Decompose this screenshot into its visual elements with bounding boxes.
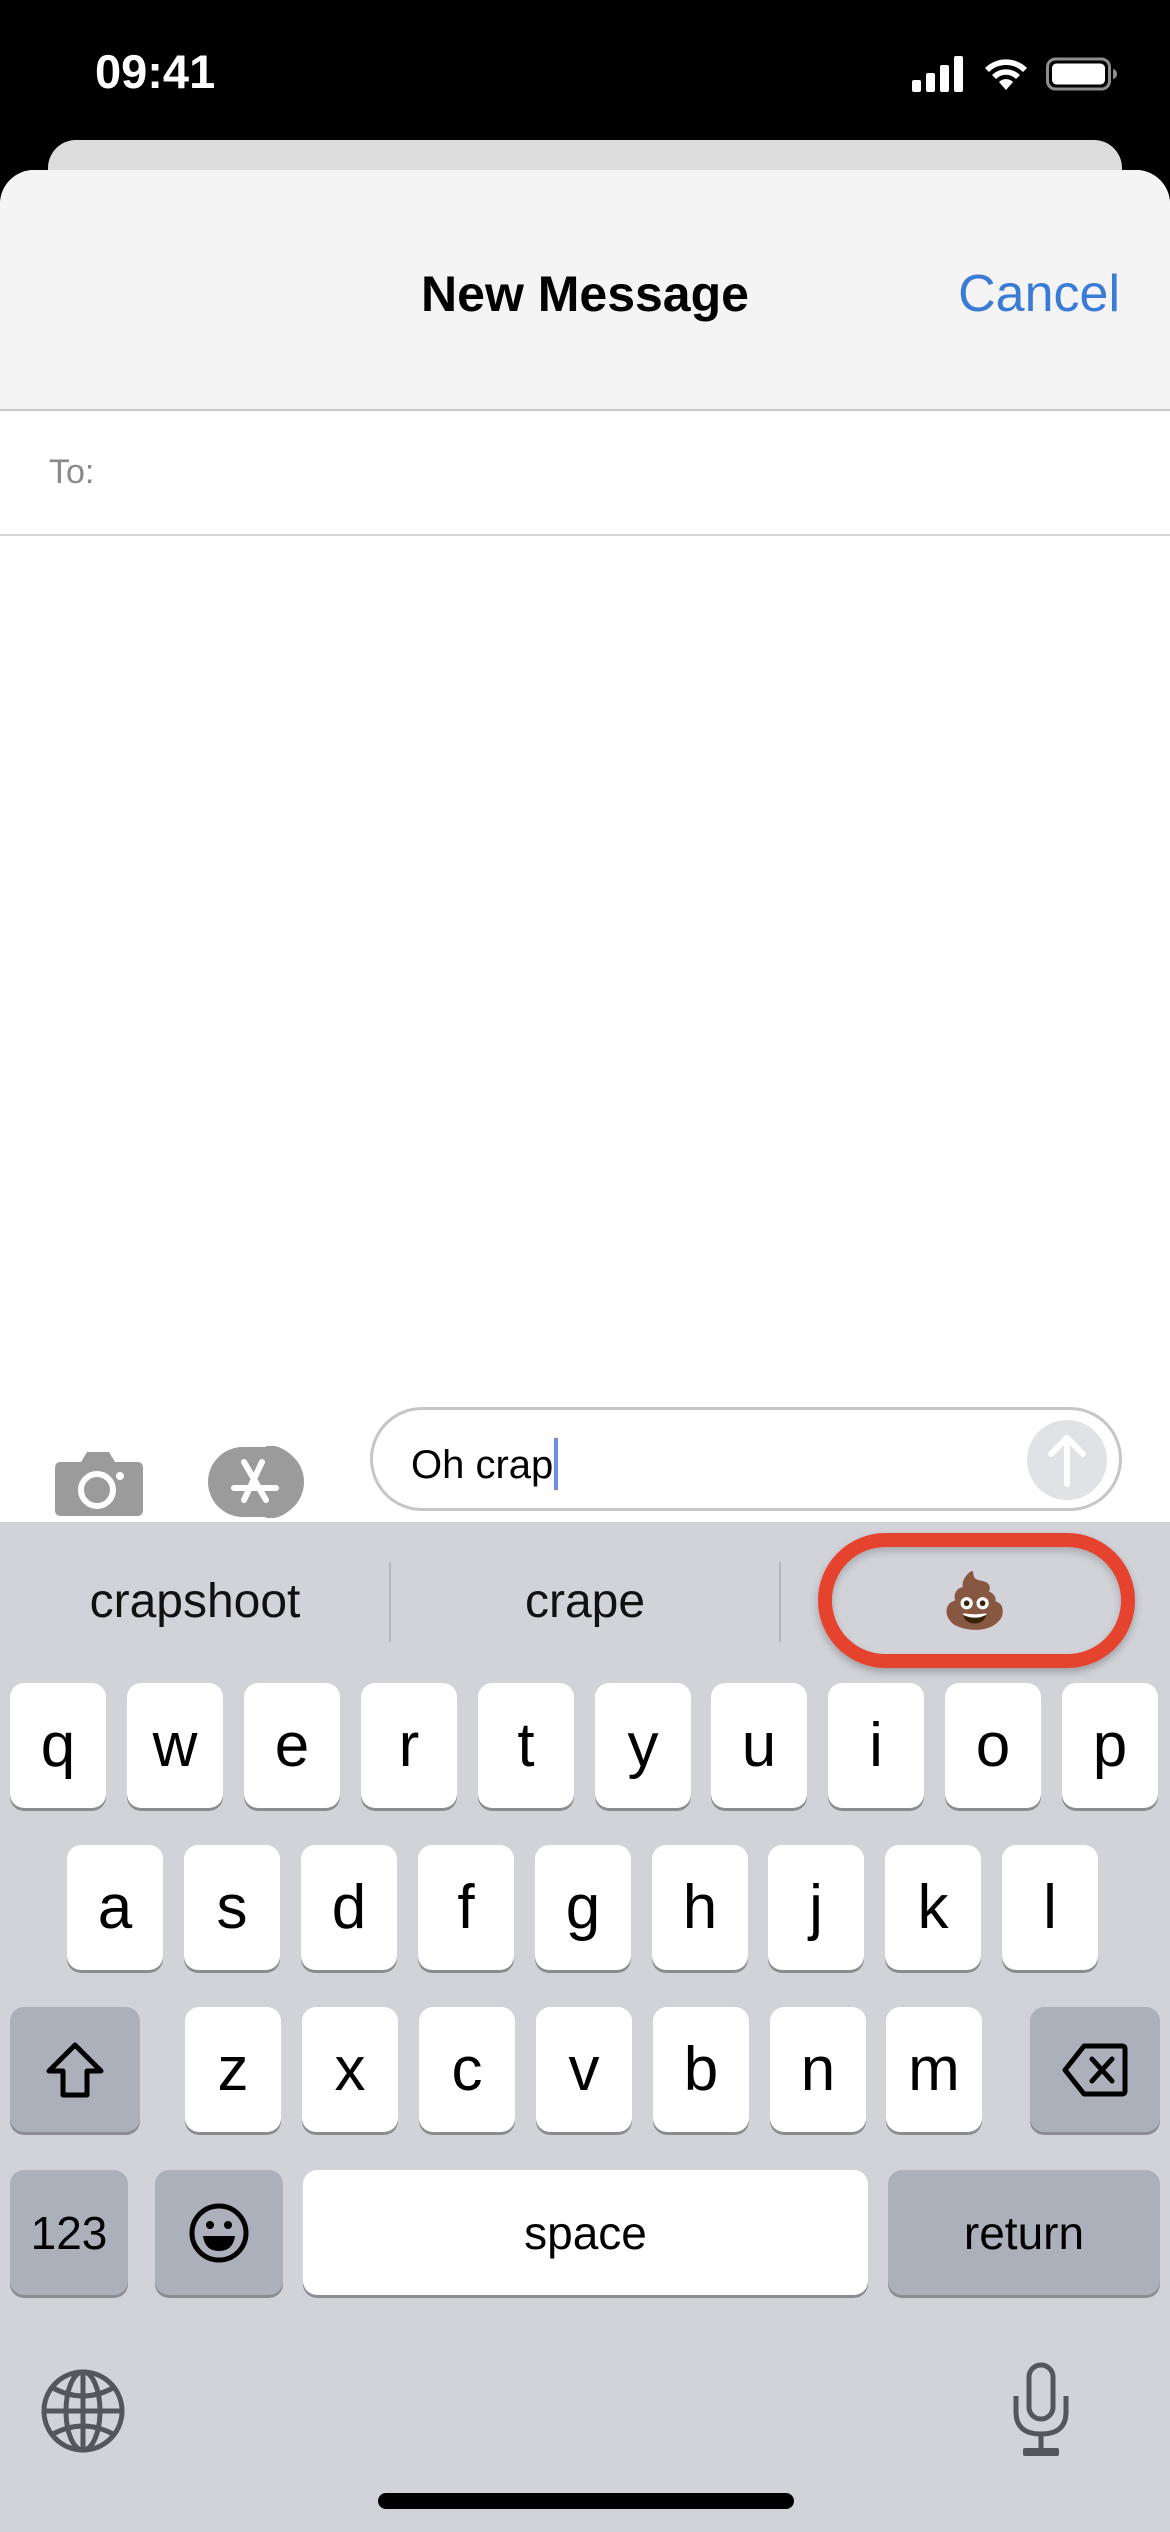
key-a[interactable]: a [67, 1845, 163, 1970]
key-r[interactable]: r [361, 1683, 457, 1808]
dictation-button[interactable] [1010, 2362, 1072, 2460]
key-p[interactable]: p [1062, 1683, 1158, 1808]
key-g[interactable]: g [535, 1845, 631, 1970]
delete-key[interactable] [1030, 2007, 1160, 2132]
space-key[interactable]: space [303, 2170, 868, 2295]
key-e[interactable]: e [244, 1683, 340, 1808]
camera-button[interactable] [53, 1448, 145, 1518]
to-label: To: [49, 453, 95, 491]
key-f[interactable]: f [418, 1845, 514, 1970]
key-q[interactable]: q [10, 1683, 106, 1808]
suggestion-item[interactable]: crape [390, 1522, 780, 1680]
shift-key[interactable] [10, 2007, 140, 2132]
key-j[interactable]: j [768, 1845, 864, 1970]
space-key-label: space [524, 2206, 647, 2259]
send-button[interactable] [1027, 1420, 1107, 1500]
sheet-header: New Message Cancel [0, 170, 1170, 411]
key-o[interactable]: o [945, 1683, 1041, 1808]
key-s[interactable]: s [184, 1845, 280, 1970]
numbers-key-label: 123 [30, 2206, 108, 2259]
suggestion-bar: crapshoot crape 💩 [0, 1522, 1170, 1680]
key-i[interactable]: i [828, 1683, 924, 1808]
text-caret [554, 1438, 559, 1490]
recipient-row: To: [0, 411, 1170, 536]
message-input[interactable]: Oh crap [370, 1407, 1122, 1511]
key-c[interactable]: c [419, 2007, 515, 2132]
apps-button[interactable] [206, 1445, 318, 1519]
numbers-key[interactable]: 123 [10, 2170, 128, 2295]
return-key[interactable]: return [888, 2170, 1160, 2295]
emoji-smiley-icon [189, 2203, 249, 2262]
key-u[interactable]: u [711, 1683, 807, 1808]
key-l[interactable]: l [1002, 1845, 1098, 1970]
wifi-icon [985, 59, 1027, 90]
microphone-icon [1013, 2362, 1069, 2456]
arrow-up-icon [1048, 1435, 1086, 1487]
emoji-key[interactable] [155, 2170, 283, 2295]
delete-backward-icon [1062, 2043, 1128, 2096]
key-h[interactable]: h [652, 1845, 748, 1970]
suggestion-item[interactable]: crapshoot [0, 1522, 390, 1680]
shift-icon [46, 2042, 104, 2097]
key-t[interactable]: t [478, 1683, 574, 1808]
status-bar: 09:41 [0, 0, 1170, 140]
home-indicator[interactable] [378, 2493, 794, 2509]
suggestion-item-emoji[interactable]: 💩 [780, 1522, 1170, 1680]
key-n[interactable]: n [770, 2007, 866, 2132]
status-icons [912, 56, 1118, 92]
status-time: 09:41 [95, 45, 216, 98]
key-k[interactable]: k [885, 1845, 981, 1970]
key-z[interactable]: z [185, 2007, 281, 2132]
key-d[interactable]: d [301, 1845, 397, 1970]
message-text[interactable]: Oh crap [411, 1438, 559, 1490]
return-key-label: return [963, 2206, 1085, 2259]
globe-button[interactable] [40, 2368, 126, 2454]
key-y[interactable]: y [595, 1683, 691, 1808]
message-area [0, 538, 1170, 1398]
keyboard: crapshoot crape 💩 123 space return q w e… [0, 1522, 1170, 2532]
cellular-signal-icon [912, 56, 963, 92]
message-text-value: Oh crap [411, 1443, 554, 1487]
app-store-icon [208, 1445, 304, 1519]
key-w[interactable]: w [127, 1683, 223, 1808]
compose-bar: Oh crap [0, 1398, 1170, 1522]
cancel-button[interactable]: Cancel [958, 264, 1120, 324]
recipient-input[interactable] [110, 431, 1130, 516]
battery-icon [1046, 57, 1117, 91]
camera-icon [55, 1452, 143, 1516]
key-m[interactable]: m [886, 2007, 982, 2132]
globe-icon [41, 2369, 125, 2453]
key-b[interactable]: b [653, 2007, 749, 2132]
key-x[interactable]: x [302, 2007, 398, 2132]
key-v[interactable]: v [536, 2007, 632, 2132]
